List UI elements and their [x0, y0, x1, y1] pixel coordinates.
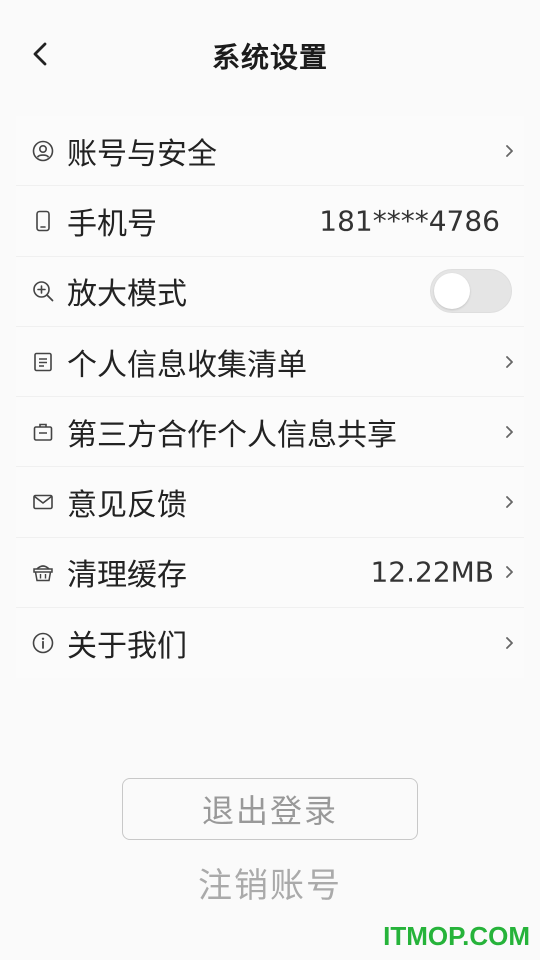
settings-item-label: 意见反馈 — [67, 488, 187, 524]
settings-item-phone[interactable]: 手机号 181****4786 — [16, 186, 524, 257]
settings-item-account-security[interactable]: 账号与安全 — [16, 116, 524, 187]
toggle-knob — [434, 273, 470, 310]
settings-page: 系统设置 账号与安全 手机号 181****4786 放大模式 个人信息收集清单… — [0, 0, 540, 960]
briefcase-icon — [32, 421, 54, 443]
settings-item-label: 放大模式 — [67, 277, 187, 313]
settings-item-about-us[interactable]: 关于我们 — [16, 608, 524, 679]
chevron-right-icon — [506, 355, 513, 368]
chevron-right-icon — [506, 144, 513, 157]
settings-item-personal-info-list[interactable]: 个人信息收集清单 — [16, 326, 524, 398]
cancel-account-button[interactable]: 注销账号 — [0, 858, 540, 907]
phone-number-value: 181****4786 — [319, 204, 500, 238]
settings-item-third-party-sharing[interactable]: 第三方合作个人信息共享 — [16, 397, 524, 468]
settings-item-label: 清理缓存 — [67, 558, 187, 594]
document-list-icon — [32, 351, 54, 373]
cache-size-value: 12.22MB — [370, 555, 494, 589]
settings-item-label: 手机号 — [67, 206, 157, 242]
settings-item-label: 个人信息收集清单 — [67, 347, 307, 383]
page-title: 系统设置 — [211, 41, 328, 74]
phone-icon — [32, 210, 54, 232]
settings-item-clear-cache[interactable]: 清理缓存 12.22MB — [16, 537, 524, 609]
zoom-in-icon — [32, 280, 54, 302]
zoom-mode-toggle[interactable] — [430, 269, 512, 314]
logout-button[interactable]: 退出登录 — [122, 778, 418, 840]
chevron-right-icon — [506, 566, 513, 579]
chevron-right-icon — [506, 637, 513, 650]
settings-item-label: 第三方合作个人信息共享 — [67, 417, 397, 453]
user-circle-icon — [32, 140, 54, 162]
settings-list: 账号与安全 手机号 181****4786 放大模式 个人信息收集清单 第三方合… — [16, 116, 524, 679]
chevron-right-icon — [506, 496, 513, 509]
mail-icon — [32, 491, 54, 513]
settings-item-label: 关于我们 — [67, 629, 187, 665]
info-icon — [32, 632, 54, 654]
chevron-right-icon — [506, 425, 513, 438]
settings-item-label: 账号与安全 — [67, 136, 217, 172]
basket-icon — [32, 561, 54, 583]
site-watermark: ITMOP.COM — [383, 921, 530, 951]
settings-item-feedback[interactable]: 意见反馈 — [16, 467, 524, 538]
settings-item-zoom-mode: 放大模式 — [16, 256, 524, 327]
top-bar: 系统设置 — [0, 0, 540, 112]
